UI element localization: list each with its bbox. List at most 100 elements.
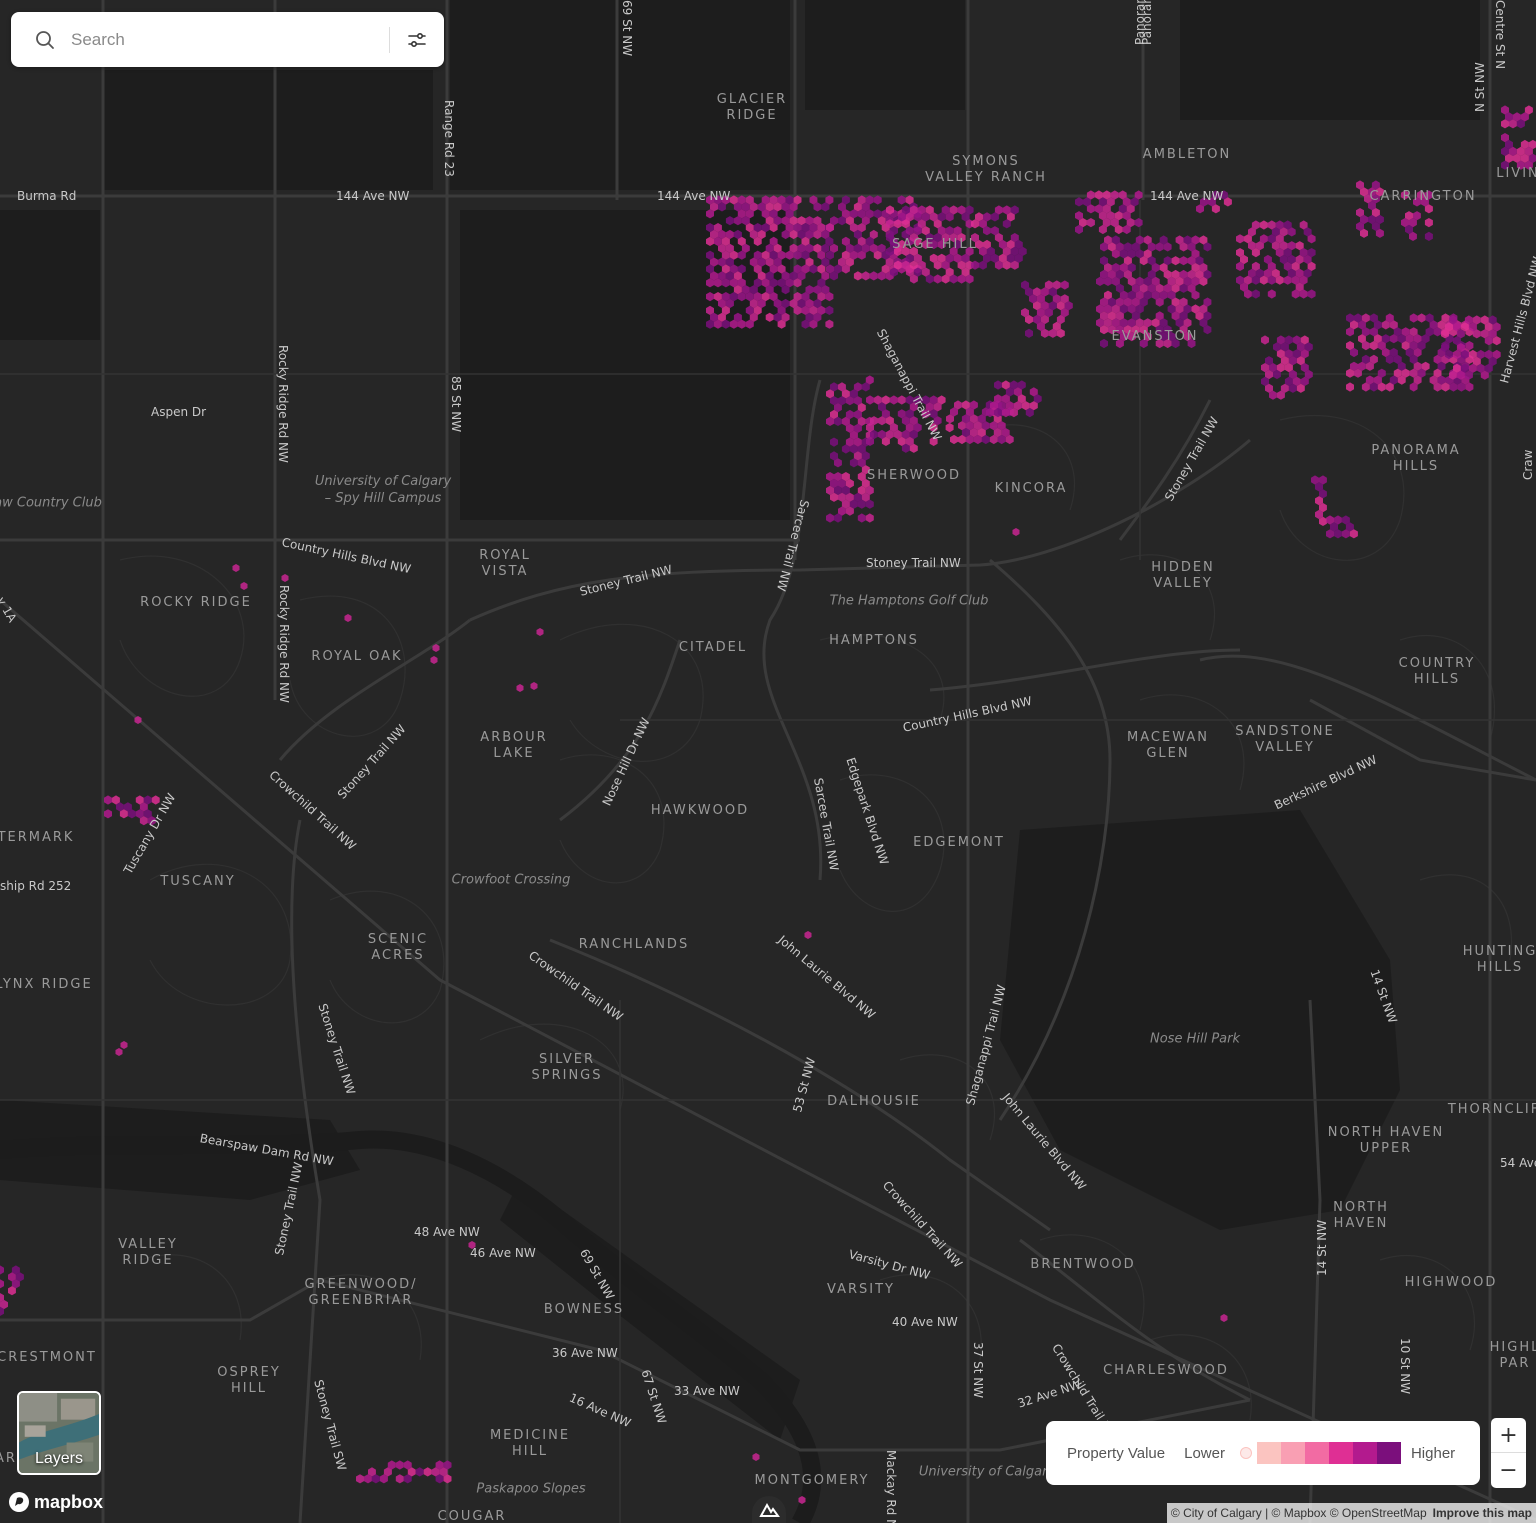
neighbourhood-label: LIVIN [1496, 166, 1536, 181]
neighbourhood-label: HIDDEN VALLEY [1151, 560, 1215, 591]
neighbourhood-label: KINCORA [994, 481, 1068, 496]
place-label: The Hamptons Golf Club [829, 593, 989, 609]
legend-swatch [1304, 1442, 1329, 1464]
neighbourhood-label: CITADEL [678, 640, 748, 655]
neighbourhood-label: MACEWAN GLEN [1127, 730, 1209, 761]
neighbourhood-label: COUNTRY HILLS [1398, 656, 1476, 687]
road-label: Burma Rd [17, 189, 77, 203]
place-label: Crowfoot Crossing [451, 872, 571, 888]
neighbourhood-label: RANCHLANDS [578, 937, 690, 952]
road-label: Stoney Trail NW [866, 556, 961, 570]
road-label: Panorama Rd NW [1133, 0, 1147, 45]
road-label: Rocky Ridge Rd NW [276, 345, 290, 463]
road-label: Range Rd 23 [442, 100, 456, 177]
neighbourhood-label: NORTH HAVEN UPPER [1327, 1125, 1445, 1156]
road-label: 144 Ave NW [657, 189, 731, 203]
road-label: N St NW [1473, 62, 1487, 112]
neighbourhood-label: DALHOUSIE [827, 1094, 921, 1109]
road-label: 33 Ave NW [674, 1384, 740, 1398]
place-label: University of Calgary [918, 1464, 1056, 1480]
neighbourhood-label: NORTH HAVEN [1333, 1200, 1389, 1231]
neighbourhood-label: VALLEY RIDGE [118, 1237, 178, 1268]
map-canvas[interactable] [0, 0, 1536, 1523]
neighbourhood-label: SANDSTONE VALLEY [1235, 724, 1335, 755]
neighbourhood-label: HUNTING HILLS [1462, 944, 1536, 975]
legend-swatch [1280, 1442, 1305, 1464]
neighbourhood-label: PANORAMA HILLS [1371, 443, 1461, 474]
search-divider [389, 27, 390, 53]
mapbox-icon [9, 1492, 29, 1512]
compass-icon[interactable] [752, 1496, 786, 1523]
neighbourhood-label: GREENWOOD/GREENBRIAR [304, 1277, 418, 1308]
layers-button[interactable]: Layers [17, 1391, 101, 1475]
mapbox-logo[interactable]: mapbox [8, 1491, 103, 1513]
neighbourhood-label: SILVER SPRINGS [531, 1052, 603, 1083]
road-label: 144 Ave NW [336, 189, 410, 203]
neighbourhood-label: CRESTMONT [0, 1350, 97, 1365]
neighbourhood-label: THORNCLIF [1447, 1102, 1536, 1117]
neighbourhood-label: HAWKWOOD [650, 803, 750, 818]
place-label: University of Calgary – Spy Hill Campus [314, 474, 452, 506]
search-icon [36, 30, 54, 49]
improve-map-link[interactable]: Improve this map [1433, 1506, 1532, 1520]
legend-swatch [1256, 1442, 1281, 1464]
layers-label: Layers [34, 1450, 84, 1467]
neighbourhood-label: COUGAR [437, 1509, 507, 1523]
neighbourhood-label: ROCKY RIDGE [140, 595, 252, 610]
road-label: 40 Ave NW [892, 1315, 958, 1329]
neighbourhood-label: VARSITY [827, 1282, 895, 1297]
zoom-out-button[interactable]: − [1491, 1453, 1526, 1488]
road-label: ship Rd 252 [0, 879, 72, 893]
road-label: Mackay Rd NW [884, 1450, 898, 1523]
neighbourhood-label: SYMONS VALLEY RANCH [925, 154, 1047, 185]
neighbourhood-label: AMBLETON [1142, 147, 1232, 162]
zoom-in-button[interactable]: + [1491, 1418, 1526, 1453]
road-label: 46 Ave NW [470, 1246, 536, 1260]
sliders-icon[interactable] [405, 28, 429, 52]
neighbourhood-label: EDGEMONT [913, 835, 1005, 850]
neighbourhood-label: MONTGOMERY [754, 1473, 870, 1488]
road-label: Craw [1521, 449, 1535, 480]
neighbourhood-label: BOWNESS [543, 1302, 625, 1317]
legend-color-ramp [1234, 1442, 1401, 1464]
neighbourhood-label: MEDICINE HILL [489, 1428, 571, 1459]
place-label: Nose Hill Park [1149, 1031, 1241, 1047]
property-value-legend: Property Value Lower Higher [1046, 1421, 1480, 1485]
legend-swatch [1352, 1442, 1377, 1464]
legend-low-label: Lower [1184, 1444, 1225, 1462]
attribution-text: © City of Calgary | © Mapbox © OpenStree… [1170, 1506, 1427, 1520]
neighbourhood-label: EVANSTON [1111, 329, 1199, 344]
neighbourhood-label: SHERWOOD [866, 468, 962, 483]
neighbourhood-label: SCENIC ACRES [367, 932, 429, 963]
neighbourhood-label: ROYAL OAK [311, 649, 403, 664]
map-stage: GLACIER RIDGE SYMONS VALLEY RANCH AMBLETON CA… [0, 0, 1536, 1523]
neighbourhood-label: CHARLESWOOD [1103, 1363, 1229, 1378]
legend-swatch [1376, 1442, 1401, 1464]
place-label: aw Country Club [0, 495, 102, 511]
neighbourhood-label: AR [0, 1451, 17, 1466]
neighbourhood-label: BRENTWOOD [1030, 1257, 1136, 1272]
neighbourhood-label: HAMPTONS [829, 633, 919, 648]
legend-high-label: Higher [1410, 1444, 1456, 1462]
neighbourhood-label: SAGE HILL [892, 237, 978, 252]
neighbourhood-label: CARRINGTON [1369, 189, 1477, 204]
neighbourhood-label: LYNX RIDGE [0, 977, 93, 992]
legend-title: Property Value [1067, 1444, 1166, 1462]
neighbourhood-label: GLACIER RIDGE [716, 92, 788, 123]
legend-swatch [1234, 1442, 1257, 1464]
map-attribution: © City of Calgary | © Mapbox © OpenStree… [1166, 1503, 1536, 1523]
road-label: 10 St NW [1398, 1338, 1412, 1395]
search-bar [11, 12, 444, 67]
road-label: 36 Ave NW [552, 1346, 618, 1360]
neighbourhood-label: TERMARK [0, 830, 75, 845]
mapbox-wordmark: mapbox [34, 1491, 104, 1512]
search-input[interactable] [69, 28, 373, 51]
neighbourhood-label: ROYAL VISTA [479, 548, 531, 579]
zoom-control: + − [1491, 1418, 1526, 1488]
neighbourhood-label: HIGHWOOD [1404, 1275, 1498, 1290]
road-label: 54 Ave [1500, 1156, 1536, 1170]
road-label: Rocky Ridge Rd NW [277, 585, 291, 703]
road-label: 37 St NW [971, 1342, 985, 1399]
neighbourhood-label: HIGHL PAR [1489, 1340, 1536, 1371]
road-label: Centre St N [1493, 0, 1507, 70]
